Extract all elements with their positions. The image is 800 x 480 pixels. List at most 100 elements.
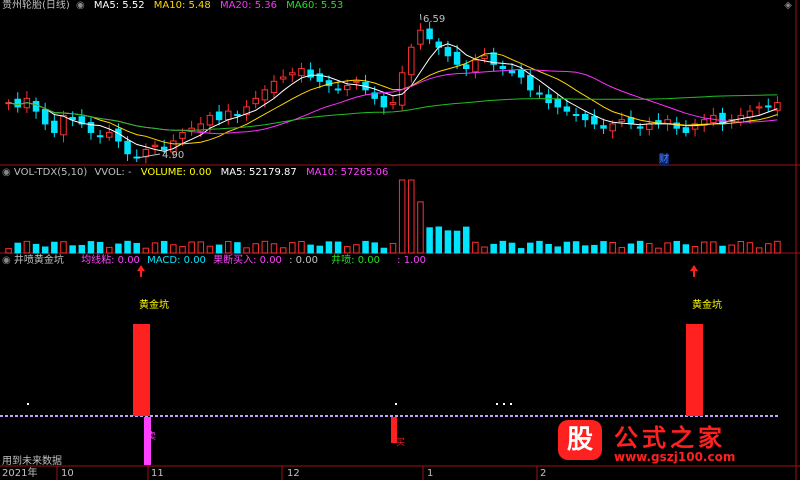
volume-bar	[591, 244, 598, 254]
dot-marker	[510, 403, 512, 405]
volume-bar	[490, 243, 497, 254]
vvol-label: VVOL: -	[94, 167, 132, 178]
volume-bar	[298, 241, 305, 254]
x-tick: 2	[540, 468, 547, 479]
candle-body	[765, 105, 772, 108]
volume-bar	[710, 241, 717, 254]
vol-ma10-label: MA10: 57265.06	[305, 167, 389, 178]
volume-bar	[188, 241, 195, 254]
volume-bar	[527, 242, 534, 254]
indicator-item-1: 均线粘: 0.00	[81, 255, 140, 266]
candle-body	[41, 108, 49, 125]
volume-bar	[408, 179, 415, 254]
volume-bar	[700, 241, 708, 254]
gold-pit-bar	[686, 324, 703, 416]
chart-window: 贵州轮胎(日线) ◉ MA5: 5.52 MA10: 5.48 MA20: 5.…	[0, 0, 800, 480]
event-marker[interactable]: 财	[659, 154, 669, 166]
x-tick: 12	[287, 468, 300, 479]
settings-icon[interactable]: ◉	[2, 255, 11, 266]
dot-marker	[27, 403, 29, 405]
volume-bar	[618, 246, 626, 254]
indicator-item-6: : 1.00	[397, 255, 426, 266]
volume-bar	[481, 246, 488, 254]
x-tick: 11	[151, 468, 164, 479]
ma20-label: MA20: 5.36	[219, 0, 277, 11]
volume-bar	[325, 241, 333, 254]
watermark-url: www.gszj100.com	[614, 450, 736, 464]
volume-bar	[234, 242, 241, 254]
gold-pit-label-2: 黄金坑	[692, 300, 722, 311]
candle-body	[298, 68, 305, 77]
volume-bar	[774, 240, 781, 254]
volume-bar	[545, 243, 552, 254]
candle-body	[636, 126, 644, 129]
dot-marker	[395, 403, 397, 405]
candle-body	[389, 102, 397, 105]
indicator-name: 井喷黄金坑	[13, 255, 64, 266]
volume-bar	[536, 240, 543, 254]
volume-bar	[14, 242, 21, 254]
future-data-note: 用到未来数据	[2, 456, 62, 467]
vol-name: VOL-TDX(5,10)	[13, 167, 88, 178]
high-marker	[419, 13, 422, 21]
candle-body	[289, 72, 296, 76]
volume-bar	[289, 242, 296, 254]
volume-bar	[51, 241, 58, 254]
volume-bar	[270, 243, 278, 254]
volume-bar	[508, 242, 516, 254]
volume-bar	[252, 243, 259, 254]
volume-bar	[453, 230, 461, 254]
candle-body	[408, 46, 415, 76]
volume-bar	[719, 245, 726, 254]
candle-body	[334, 88, 342, 91]
x-tick: 10	[61, 468, 74, 479]
volume-bar	[5, 248, 12, 254]
panel-menu-icon[interactable]: ◈	[784, 0, 792, 12]
low-price-label: 4.90	[162, 150, 185, 161]
candle-body	[234, 114, 241, 117]
volume-bar	[334, 241, 342, 254]
volume-bar	[398, 179, 406, 254]
candle-body	[618, 119, 626, 122]
volume-bar	[142, 247, 150, 254]
indicator-panel-header: ◉ 井喷黄金坑 均线粘: 0.00 MACD: 0.00 果断买入: 0.00 …	[2, 255, 426, 267]
volume-bar	[179, 246, 186, 254]
volume-bar	[87, 241, 95, 254]
candle-body	[151, 144, 159, 147]
price-panel-header: 贵州轮胎(日线) ◉ MA5: 5.52 MA10: 5.48 MA20: 5.…	[2, 0, 343, 12]
volume-bar	[755, 247, 763, 254]
volume-bar	[106, 246, 113, 254]
candle-body	[453, 51, 461, 65]
candle-body	[462, 64, 470, 70]
candle-body	[380, 95, 388, 108]
candle-body	[124, 140, 131, 155]
watermark: 股 公式之家 www.gszj100.com	[558, 418, 778, 472]
settings-icon[interactable]: ◉	[76, 0, 85, 11]
volume-bar	[554, 246, 561, 254]
candle-body	[444, 47, 452, 57]
volume-bar	[353, 244, 360, 254]
indicator-item-3: 果断买入: 0.00	[213, 255, 282, 266]
candle-body	[627, 117, 635, 125]
candle-body	[32, 101, 40, 112]
volume-bar	[32, 243, 40, 254]
settings-icon[interactable]: ◉	[2, 167, 11, 178]
ma10-label: MA10: 5.48	[153, 0, 211, 11]
candle-body	[96, 135, 104, 138]
candle-body	[279, 76, 287, 80]
candle-body	[225, 110, 232, 121]
gold-pit-arrow-icon	[690, 265, 698, 277]
high-price-label: 6.59	[423, 14, 446, 25]
volume-bar	[197, 241, 205, 254]
candle-body	[581, 113, 589, 121]
volume-bar	[600, 241, 607, 254]
volume-bar	[646, 242, 653, 254]
volume-bar	[462, 226, 470, 254]
buy-char: 买	[396, 438, 406, 448]
volume-bar	[636, 240, 644, 254]
volume-bar	[78, 244, 86, 254]
volume-bar	[371, 242, 378, 254]
volume-label: VOLUME: 0.00	[140, 167, 212, 178]
volume-bar	[682, 244, 690, 254]
candle-body	[179, 131, 186, 139]
